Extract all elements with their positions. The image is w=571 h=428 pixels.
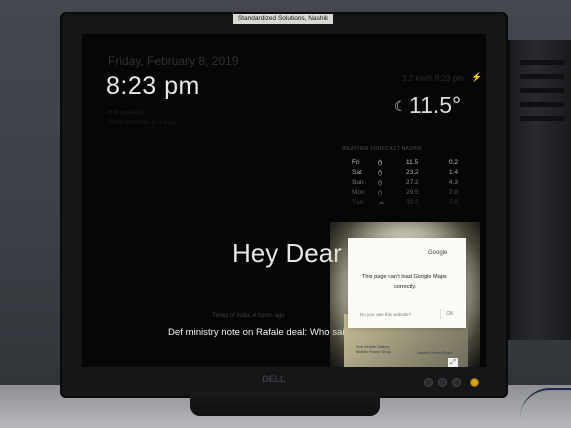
- fullscreen-icon[interactable]: ⤢: [448, 358, 458, 367]
- forecast-high: 23.2: [406, 169, 419, 176]
- monitor-stand: [190, 392, 380, 416]
- forecast-low: 1.4: [448, 169, 458, 176]
- forecast-table: Fri ტ 11.5 0.2 Sat ტ 23.2 1.4 Sun ტ 27.2…: [352, 158, 476, 208]
- power-button[interactable]: [470, 378, 479, 387]
- forecast-row: Sun ტ 27.2 4.3: [352, 178, 476, 188]
- weather-icon: ტ: [378, 179, 383, 186]
- forecast-high: 27.2: [406, 179, 419, 186]
- monitor-button[interactable]: [452, 378, 461, 387]
- map-place-label: Nashik Phata Road: [417, 350, 452, 355]
- weather-icon: ☁: [378, 199, 385, 206]
- forecast-day: Mon: [352, 189, 365, 196]
- forecast-day: Tue: [352, 199, 363, 206]
- map-place-label: Sun Mobile Gallery Mobile Phone Shop: [356, 344, 391, 354]
- lightning-icon: ⚡: [471, 72, 483, 82]
- forecast-row: Tue ☁ 30.2 7.8: [352, 198, 476, 208]
- forecast-day: Sat: [352, 169, 362, 176]
- forecast-low: 7.0: [448, 189, 458, 196]
- own-site-link[interactable]: Do you own this website?: [360, 312, 411, 317]
- weather-icon: ტ: [378, 189, 383, 196]
- weather-wind: 3.2 km/h 8:23 pm: [402, 74, 464, 83]
- mirror-screen: Friday, February 8, 2019 8:23 pm Holi we…: [82, 34, 486, 367]
- weather-icon: ტ: [378, 159, 383, 166]
- error-message: This page can't load Google Maps: [362, 274, 447, 280]
- forecast-high: 30.2: [406, 199, 419, 206]
- forecast-day: Sun: [352, 179, 364, 186]
- weather-icon: ტ: [378, 169, 383, 176]
- news-source: Times of India, 4 hours ago: [212, 313, 285, 319]
- forecast-low: 4.3: [448, 179, 458, 186]
- greeting-text: Hey Dear: [232, 238, 342, 268]
- forecast-low: 0.2: [448, 159, 458, 166]
- forecast-title: WEATHER FORECAST NASHIK: [342, 146, 423, 152]
- forecast-high: 11.5: [406, 159, 419, 166]
- error-message-cont: correctly.: [394, 284, 417, 290]
- monitor-logo: DELL: [262, 374, 286, 384]
- forecast-low: 7.8: [448, 199, 458, 206]
- ok-button[interactable]: OK: [440, 309, 459, 319]
- clock-time: 8:23 pm: [106, 72, 200, 100]
- maps-error-dialog: Google This page can't load Google Maps …: [348, 238, 466, 328]
- current-temperature: 11.5°: [409, 92, 462, 118]
- monitor-button[interactable]: [424, 378, 433, 387]
- pc-tower: [508, 40, 571, 340]
- forecast-row: Fri ტ 11.5 0.2: [352, 158, 476, 168]
- moon-icon: ☾: [394, 98, 407, 114]
- calendar-event: Maha Shivaratri in 4 days: [108, 120, 176, 126]
- google-logo: Google: [428, 250, 448, 256]
- forecast-row: Mon ტ 29.5 7.0: [352, 188, 476, 198]
- date-text: Friday, February 8, 2019: [108, 54, 239, 68]
- monitor-sticker: Standardized Solutions, Nashik: [233, 14, 333, 24]
- calendar-event: Holi weekend: [108, 110, 145, 116]
- forecast-high: 29.5: [406, 189, 419, 196]
- forecast-row: Sat ტ 23.2 1.4: [352, 168, 476, 178]
- monitor-button[interactable]: [438, 378, 447, 387]
- forecast-day: Fri: [352, 159, 360, 166]
